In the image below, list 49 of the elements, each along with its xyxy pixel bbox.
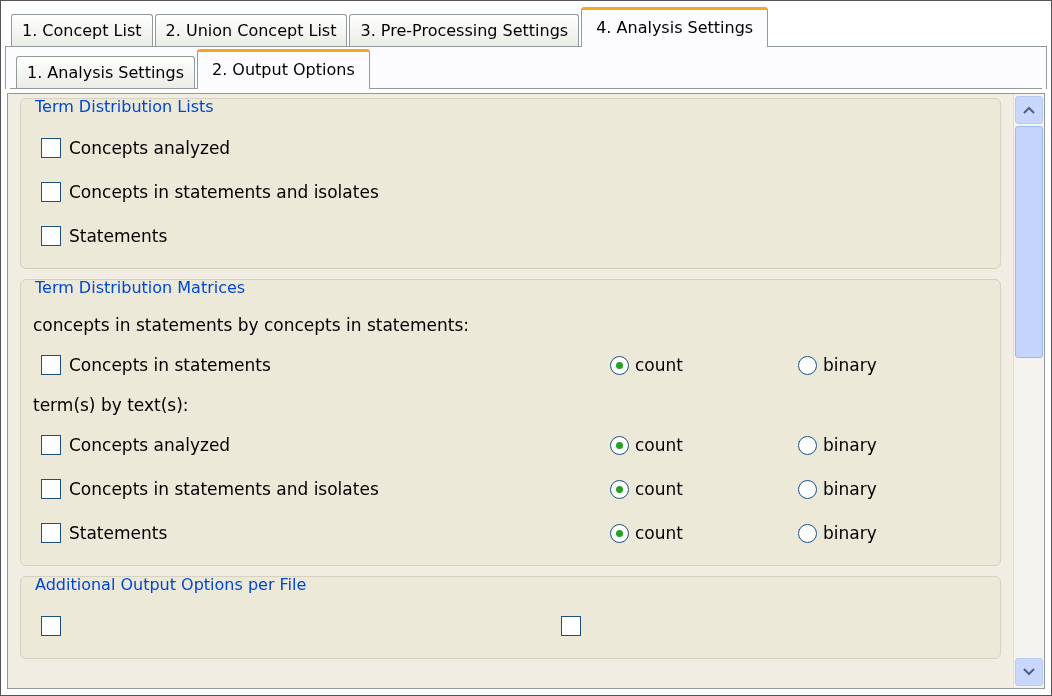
checkbox[interactable] — [41, 226, 61, 246]
checkbox-label: Concepts in statements — [69, 355, 271, 375]
scrollbar[interactable] — [1013, 94, 1044, 688]
radio-label: count — [635, 523, 683, 543]
checkbox-label: Concepts analyzed — [69, 138, 231, 158]
chevron-down-icon — [1023, 668, 1035, 676]
checkbox[interactable] — [41, 355, 61, 375]
caption: concepts in statements by concepts in statements: — [33, 315, 470, 335]
checkbox[interactable] — [41, 616, 61, 636]
checkbox[interactable] — [41, 523, 61, 543]
checkbox[interactable] — [41, 138, 61, 158]
radio-button[interactable] — [610, 355, 629, 375]
tab[interactable]: 4. Analysis Settings — [581, 7, 769, 47]
checkbox-label: Concepts analyzed — [69, 435, 231, 455]
scroll-down-button[interactable] — [1015, 658, 1043, 686]
checkbox[interactable] — [41, 435, 61, 455]
radio-label: count — [635, 435, 683, 455]
scroll-thumb[interactable] — [1015, 126, 1043, 358]
checkbox[interactable] — [41, 479, 61, 499]
checkbox[interactable] — [41, 182, 61, 202]
radio-label: binary — [823, 355, 877, 375]
tab[interactable]: 3. Pre-Processing Settings — [349, 14, 580, 46]
chevron-up-icon — [1023, 106, 1035, 114]
radio-button[interactable] — [798, 435, 817, 455]
radio-label: count — [635, 355, 683, 375]
group-title: Term Distribution Matrices — [35, 278, 247, 299]
radio-button[interactable] — [798, 479, 817, 499]
radio-label: binary — [823, 479, 877, 499]
radio-button[interactable] — [610, 479, 629, 499]
scroll-up-button[interactable] — [1015, 96, 1043, 124]
caption: term(s) by text(s): — [33, 395, 189, 415]
radio-button[interactable] — [798, 523, 817, 543]
radio-label: binary — [823, 523, 877, 543]
tab[interactable]: 2. Output Options — [197, 49, 370, 89]
checkbox-label: Statements — [69, 226, 168, 246]
tab[interactable]: 1. Concept List — [11, 14, 153, 46]
group-title: Term Distribution Lists — [35, 97, 215, 118]
checkbox[interactable] — [561, 616, 581, 636]
radio-button[interactable] — [798, 355, 817, 375]
checkbox-label: Statements — [69, 523, 168, 543]
checkbox-label: Concepts in statements and isolates — [69, 479, 379, 499]
tab[interactable]: 1. Analysis Settings — [16, 56, 195, 88]
group-title: Additional Output Options per File — [35, 575, 308, 596]
radio-button[interactable] — [610, 523, 629, 543]
tab[interactable]: 2. Union Concept List — [154, 14, 348, 46]
radio-button[interactable] — [610, 435, 629, 455]
radio-label: count — [635, 479, 683, 499]
checkbox-label: Concepts in statements and isolates — [69, 182, 379, 202]
radio-label: binary — [823, 435, 877, 455]
